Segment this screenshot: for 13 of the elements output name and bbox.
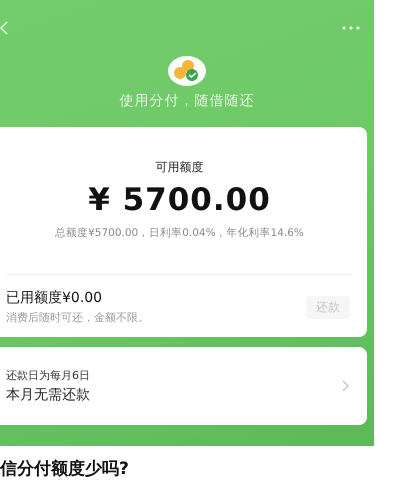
chevron-right-icon: [342, 380, 349, 392]
credit-details: 总额度¥5700.00，日利率0.04%，年化利率14.6%: [55, 226, 304, 240]
available-credit-amount: ¥ 5700.00: [88, 182, 271, 218]
back-icon[interactable]: [0, 21, 8, 35]
used-credit: 已用额度¥0.00: [6, 289, 104, 307]
tagline: 使用分付，随借随还: [118, 92, 256, 110]
available-credit-label: 可用额度: [156, 159, 204, 176]
repayment-status: 本月无需还款: [6, 386, 90, 404]
used-credit-note: 消费后随时可还，金额不限。: [6, 310, 149, 325]
coins-logo-icon: [168, 56, 206, 86]
more-icon[interactable]: [342, 26, 360, 30]
repayment-card[interactable]: 还款日为每月6日 本月无需还款: [0, 347, 367, 425]
due-day: 还款日为每月6日: [6, 368, 90, 383]
